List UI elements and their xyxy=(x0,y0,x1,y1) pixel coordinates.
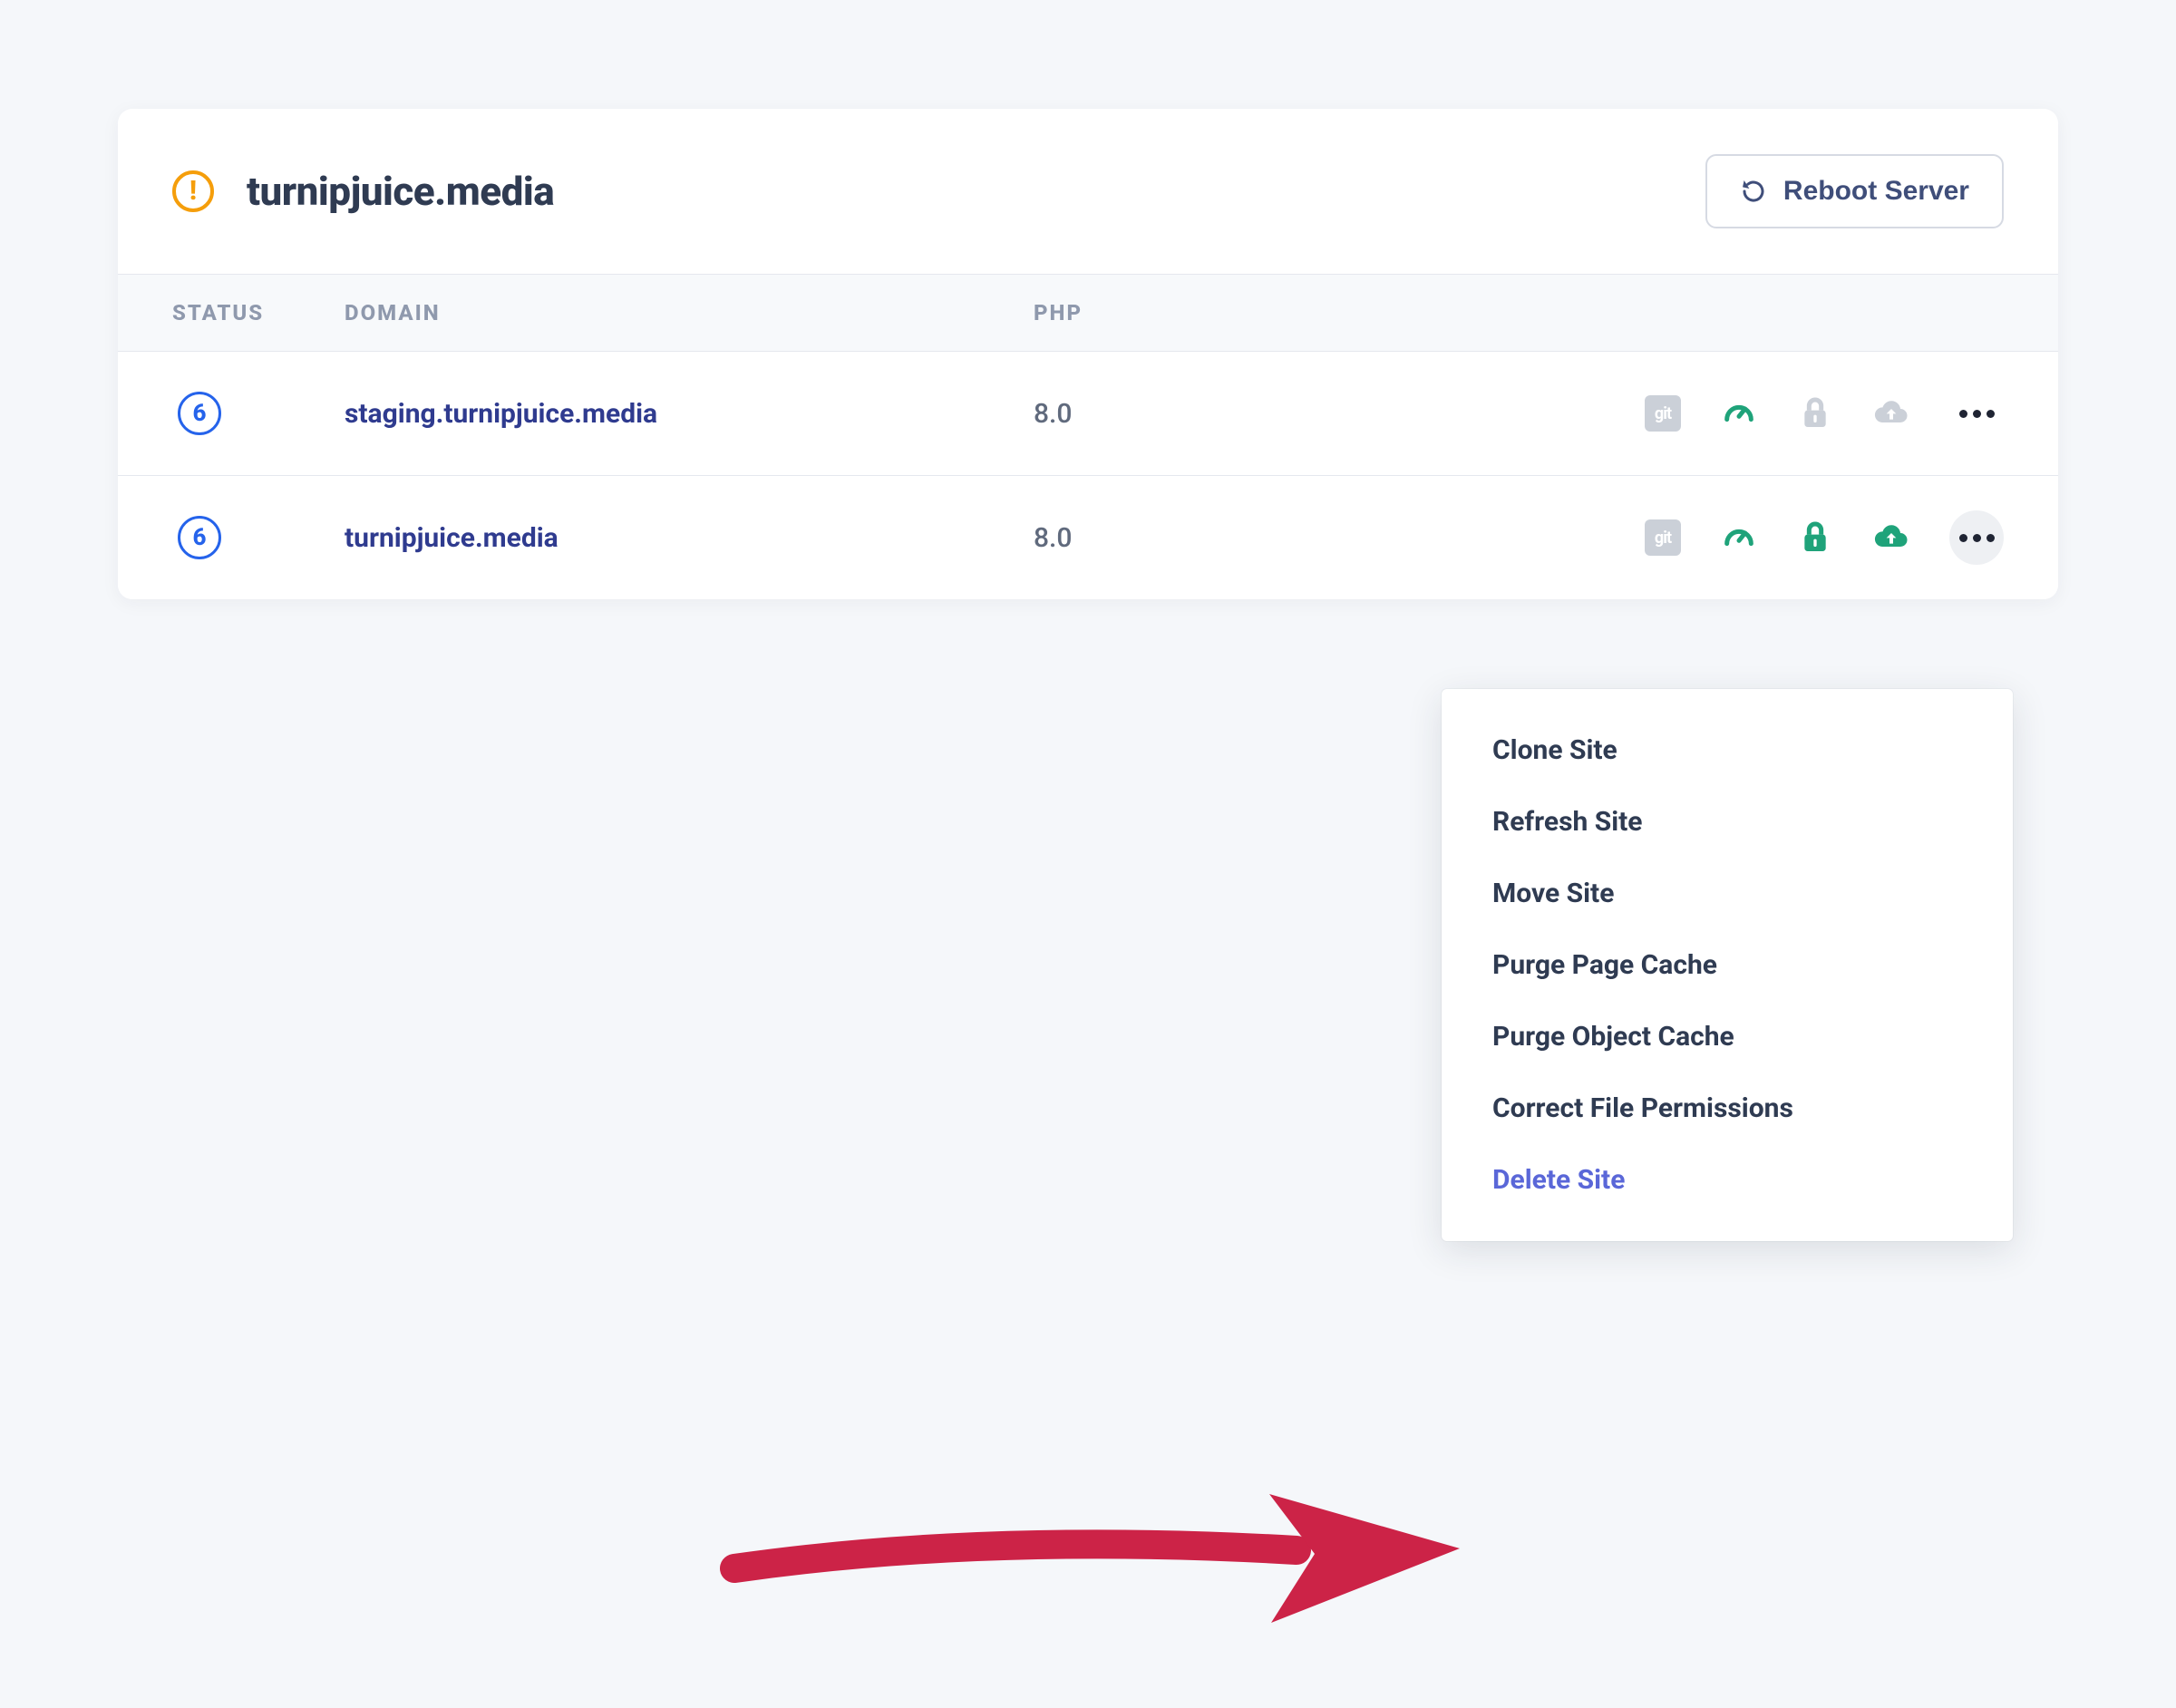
git-icon[interactable]: git xyxy=(1645,519,1681,556)
reboot-label: Reboot Server xyxy=(1783,176,1969,207)
server-card: ! turnipjuice.media Reboot Server STATUS… xyxy=(118,109,2058,599)
php-version: 8.0 xyxy=(1034,522,1072,554)
reboot-icon xyxy=(1740,178,1767,205)
gauge-icon[interactable] xyxy=(1721,395,1757,432)
php-version: 8.0 xyxy=(1034,398,1072,430)
dropdown-item[interactable]: Clone Site xyxy=(1442,714,2013,786)
warning-icon: ! xyxy=(172,170,214,212)
domain-link[interactable]: turnipjuice.media xyxy=(345,522,559,554)
status-badge[interactable]: 6 xyxy=(178,516,221,559)
server-title: turnipjuice.media xyxy=(247,168,554,215)
lock-icon[interactable] xyxy=(1797,395,1833,432)
annotation-arrow xyxy=(716,1478,1478,1677)
status-badge[interactable]: 6 xyxy=(178,392,221,435)
git-icon[interactable]: git xyxy=(1645,395,1681,432)
site-actions-dropdown: Clone SiteRefresh SiteMove SitePurge Pag… xyxy=(1442,689,2013,1241)
dropdown-item-delete-site[interactable]: Delete Site xyxy=(1442,1144,2013,1216)
more-actions-button[interactable] xyxy=(1949,386,2004,441)
table-row: 6 turnipjuice.media 8.0 git xyxy=(118,476,2058,599)
col-php-header: PHP xyxy=(1034,300,1306,325)
dropdown-item[interactable]: Purge Page Cache xyxy=(1442,929,2013,1001)
table-header: STATUS DOMAIN PHP xyxy=(118,274,2058,352)
lock-icon[interactable] xyxy=(1797,519,1833,556)
dropdown-item[interactable]: Purge Object Cache xyxy=(1442,1001,2013,1072)
table-row: 6 staging.turnipjuice.media 8.0 git xyxy=(118,352,2058,476)
dropdown-item[interactable]: Correct File Permissions xyxy=(1442,1072,2013,1144)
gauge-icon[interactable] xyxy=(1721,519,1757,556)
col-status-header: STATUS xyxy=(172,300,345,325)
dropdown-item[interactable]: Refresh Site xyxy=(1442,786,2013,858)
domain-link[interactable]: staging.turnipjuice.media xyxy=(345,398,657,430)
cloud-upload-icon[interactable] xyxy=(1873,395,1909,432)
dropdown-item[interactable]: Move Site xyxy=(1442,858,2013,929)
cloud-upload-icon[interactable] xyxy=(1873,519,1909,556)
card-header: ! turnipjuice.media Reboot Server xyxy=(118,109,2058,274)
col-domain-header: DOMAIN xyxy=(345,300,1034,325)
reboot-server-button[interactable]: Reboot Server xyxy=(1705,154,2004,228)
more-actions-button[interactable] xyxy=(1949,510,2004,565)
